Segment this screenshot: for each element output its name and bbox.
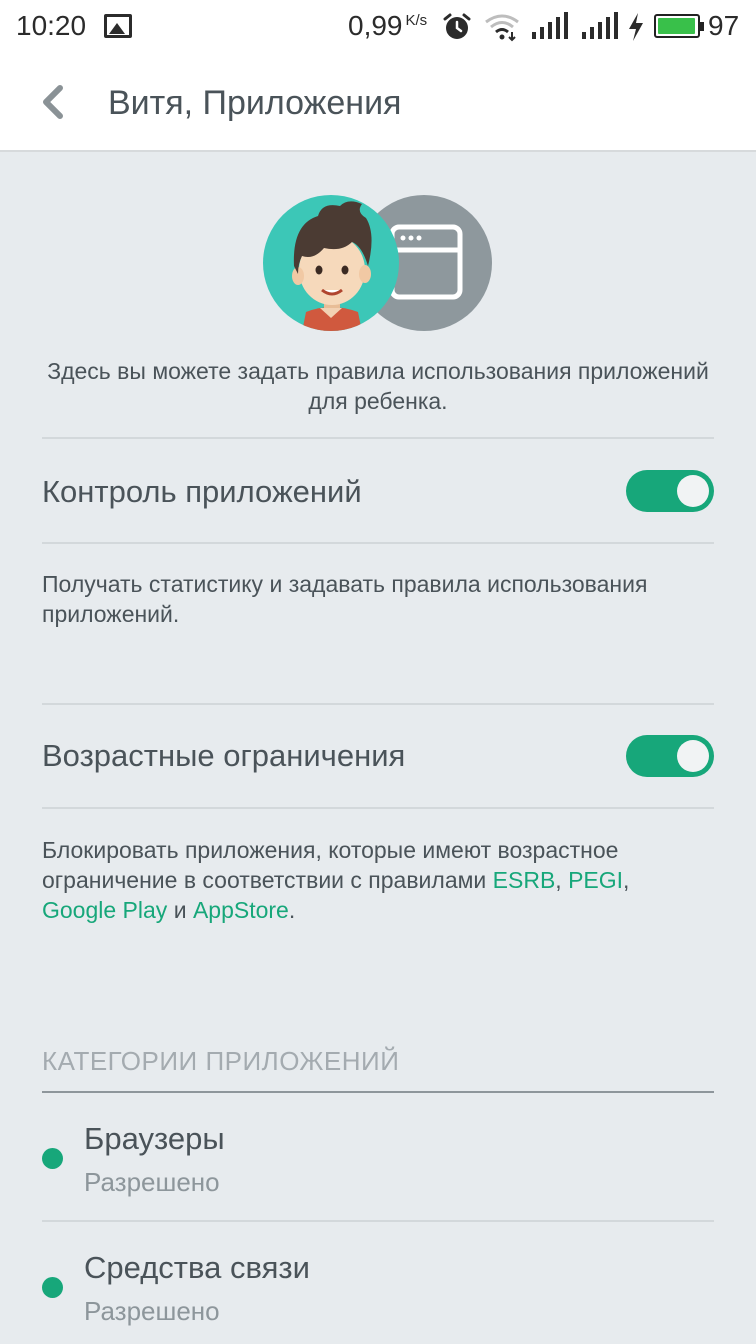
age-restrictions-toggle[interactable] bbox=[626, 735, 714, 777]
network-speed: 0,99 K/s bbox=[348, 10, 428, 41]
app-bar: Витя, Приложения bbox=[0, 54, 756, 152]
esrb-link[interactable]: ESRB bbox=[493, 867, 556, 893]
hero-illustration bbox=[263, 195, 492, 331]
category-status: Разрешено bbox=[84, 1167, 220, 1197]
category-name: Браузеры bbox=[84, 1121, 225, 1156]
wifi-icon bbox=[485, 14, 519, 42]
page-title: Витя, Приложения bbox=[108, 84, 402, 122]
apps-control-description: Получать статистику и задавать правила и… bbox=[42, 571, 648, 627]
toggle-knob bbox=[677, 475, 709, 507]
status-bar: 10:20 0,99 K/s 97 bbox=[0, 0, 756, 54]
google-play-link[interactable]: Google Play bbox=[42, 897, 167, 923]
divider bbox=[42, 542, 714, 544]
apps-control-label: Контроль приложений bbox=[42, 474, 362, 509]
intro-text: Здесь вы можете задать правила использов… bbox=[47, 358, 709, 414]
categories-header: КАТЕГОРИИ ПРИЛОЖЕНИЙ bbox=[42, 1046, 400, 1076]
alarm-icon bbox=[443, 13, 471, 39]
battery-level bbox=[658, 18, 695, 34]
toggle-knob bbox=[677, 740, 709, 772]
divider bbox=[42, 703, 714, 705]
divider bbox=[42, 807, 714, 809]
child-avatar-icon bbox=[263, 195, 399, 331]
network-speed-unit: K/s bbox=[405, 11, 428, 29]
image-icon bbox=[104, 14, 132, 38]
category-name: Средства связи bbox=[84, 1250, 310, 1285]
battery-percent: 97 bbox=[708, 10, 740, 41]
age-restrictions-label: Возрастные ограничения bbox=[42, 738, 406, 773]
signal-icon bbox=[532, 12, 568, 39]
chevron-left-icon bbox=[43, 85, 63, 119]
divider bbox=[42, 1220, 714, 1222]
charging-icon bbox=[629, 13, 643, 41]
age-restrictions-description: Блокировать приложения, которые имеют во… bbox=[42, 837, 630, 923]
apps-control-toggle[interactable] bbox=[626, 470, 714, 512]
category-status: Разрешено bbox=[84, 1296, 220, 1326]
pegi-link[interactable]: PEGI bbox=[568, 867, 623, 893]
status-dot bbox=[42, 1277, 63, 1298]
status-dot bbox=[42, 1148, 63, 1169]
divider bbox=[42, 437, 714, 439]
battery-icon bbox=[654, 14, 704, 38]
status-time: 10:20 bbox=[16, 10, 87, 41]
back-button[interactable] bbox=[26, 76, 78, 128]
appstore-link[interactable]: AppStore bbox=[193, 897, 289, 923]
signal-icon bbox=[582, 12, 618, 39]
section-divider bbox=[42, 1091, 714, 1093]
